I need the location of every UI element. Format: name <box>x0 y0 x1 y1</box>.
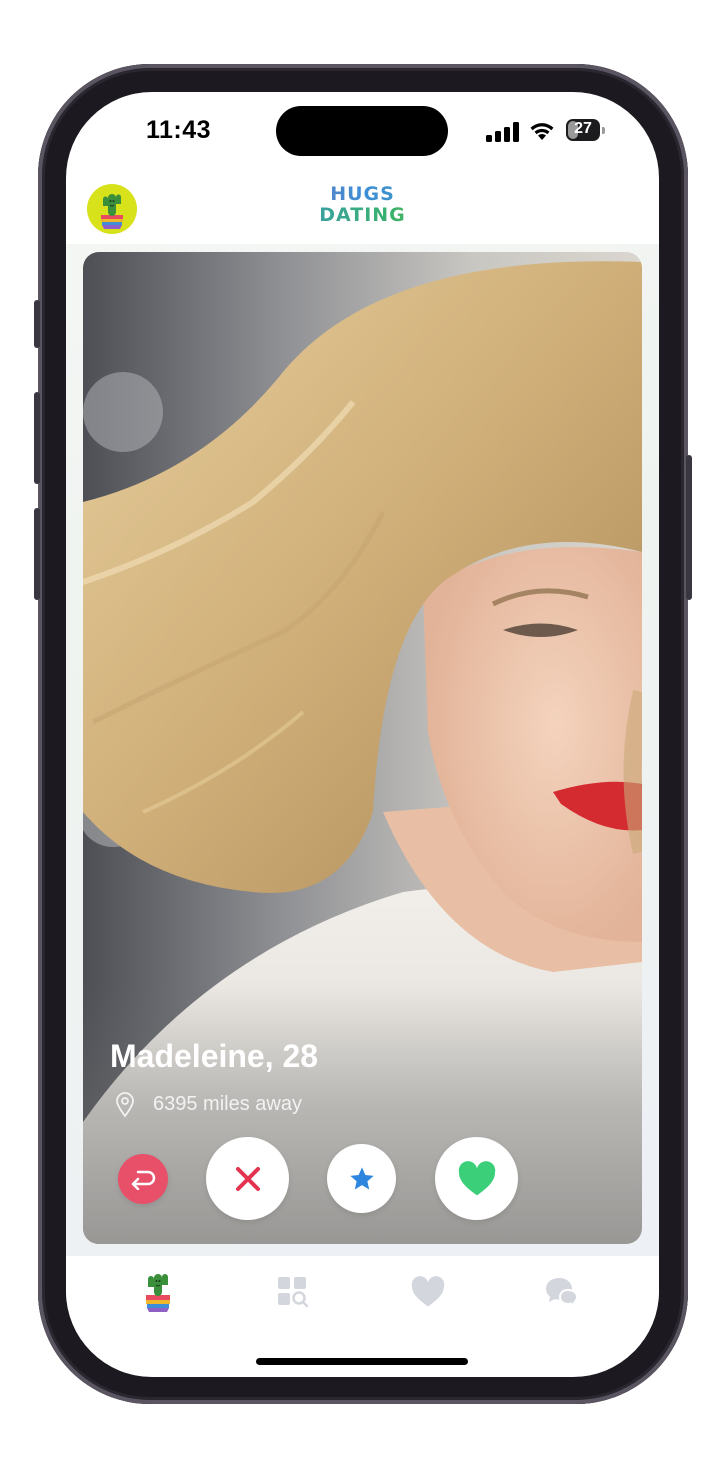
screen: 11:43 27 HUGS DATING Madeleine, 28 6395 … <box>66 92 659 1377</box>
app-logo: HUGS DATING <box>66 184 659 226</box>
close-icon <box>235 1166 260 1191</box>
profile-card[interactable]: Madeleine, 28 6395 miles away <box>83 252 642 1244</box>
cactus-icon <box>146 1274 170 1312</box>
action-button <box>34 300 40 348</box>
grid-search-icon <box>278 1277 309 1308</box>
nope-button[interactable] <box>206 1137 289 1220</box>
battery-level: 27 <box>574 120 592 137</box>
undo-button[interactable] <box>118 1154 168 1204</box>
logo-line-2: DATING <box>66 205 659 226</box>
heart-icon <box>411 1276 445 1307</box>
power-button <box>686 455 692 600</box>
nav-discover[interactable] <box>136 1270 180 1314</box>
signal-icon <box>486 122 520 142</box>
like-button[interactable] <box>435 1137 518 1220</box>
star-icon <box>349 1166 374 1189</box>
nav-messages[interactable] <box>540 1270 584 1314</box>
bottom-nav <box>66 1256 659 1340</box>
nav-explore[interactable] <box>271 1270 315 1314</box>
status-time: 11:43 <box>146 116 212 144</box>
battery-cap <box>602 127 605 134</box>
app-header: HUGS DATING <box>66 170 659 240</box>
heart-icon <box>458 1160 495 1195</box>
volume-down-button <box>34 508 40 600</box>
profile-name: Madeleine, 28 <box>110 1038 319 1074</box>
volume-up-button <box>34 392 40 484</box>
chat-bubbles-icon <box>546 1278 579 1309</box>
status-bar: 11:43 27 <box>66 92 659 164</box>
distance-text: 6395 miles away <box>153 1093 302 1115</box>
super-like-button[interactable] <box>327 1144 396 1213</box>
location-pin-icon <box>116 1092 134 1118</box>
battery-icon: 27 <box>566 119 600 141</box>
undo-icon <box>131 1170 156 1190</box>
wifi-icon <box>530 123 554 140</box>
dynamic-island <box>276 106 448 156</box>
nav-likes[interactable] <box>406 1270 450 1314</box>
logo-line-1: HUGS <box>66 184 659 205</box>
home-indicator[interactable] <box>256 1358 468 1365</box>
